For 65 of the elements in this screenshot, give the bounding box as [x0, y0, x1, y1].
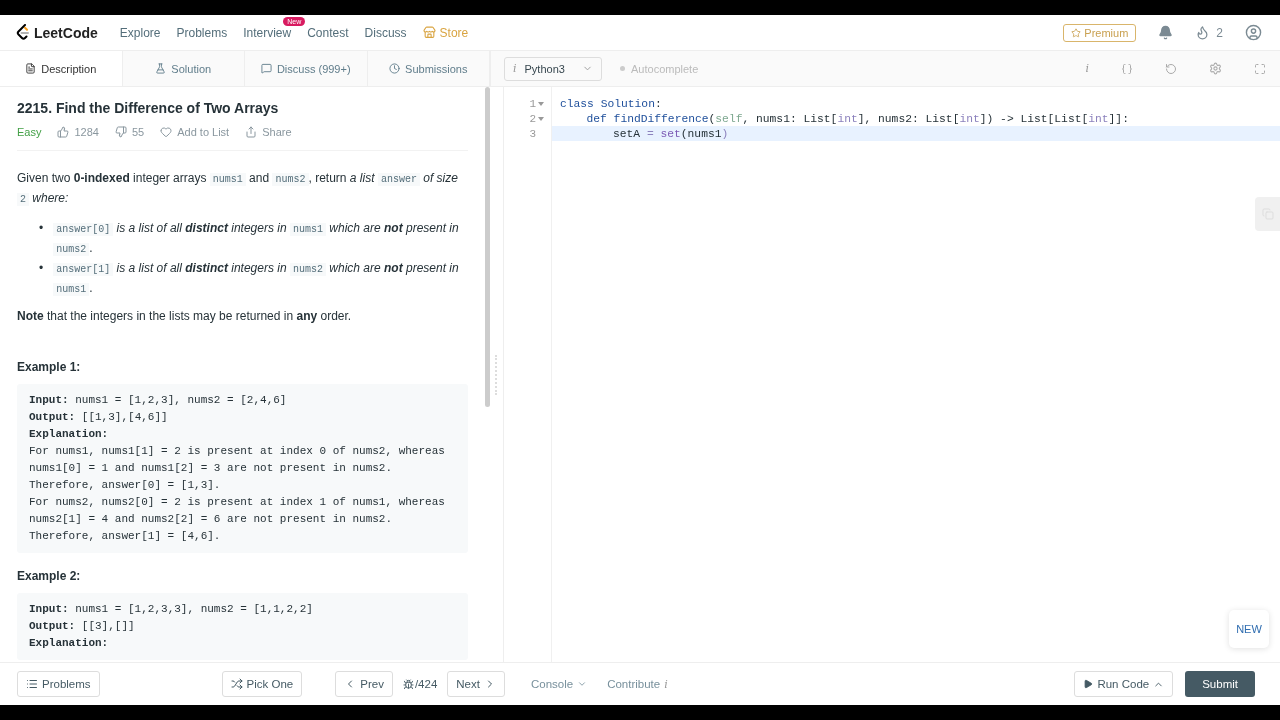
prev-button[interactable]: Prev	[335, 671, 393, 697]
braces-icon[interactable]	[1121, 62, 1133, 75]
problem-title: 2215. Find the Difference of Two Arrays	[17, 100, 280, 116]
reset-icon[interactable]	[1165, 62, 1177, 75]
info-button[interactable]: i	[1085, 62, 1089, 75]
pick-one-button[interactable]: Pick One	[221, 671, 303, 697]
caret-icon	[577, 679, 588, 689]
add-to-list-button[interactable]: Add to List	[160, 126, 230, 138]
nav-link[interactable]: Explore	[119, 25, 161, 40]
nav-link[interactable]: Discuss	[364, 25, 407, 40]
language-select[interactable]: i Python3	[504, 56, 602, 81]
play-icon	[1083, 679, 1094, 689]
nav-link[interactable]: Contest	[307, 25, 349, 40]
run-code-button[interactable]: Run Code	[1074, 671, 1174, 697]
code-line: def findDifference(self, nums1: List[int], nums2: List[int]) -> List[List[int]]:	[585, 111, 1130, 126]
thumbs-up-icon	[57, 126, 70, 138]
nav-link[interactable]: Problems	[176, 25, 228, 40]
fullscreen-icon[interactable]	[1254, 62, 1266, 75]
problems-button[interactable]: Problems	[17, 671, 100, 697]
fold-icon[interactable]	[538, 115, 544, 122]
shop-icon	[422, 26, 436, 39]
new-button[interactable]: NEW	[1229, 610, 1269, 648]
chat-icon	[260, 63, 272, 74]
clock-icon	[389, 63, 401, 74]
splitter-handle[interactable]	[494, 354, 499, 395]
submit-button[interactable]: Submit	[1185, 671, 1255, 697]
description-paragraph: Given two 0-indexed integer arrays nums1 and nums2 , return a list answer of size 2 where:	[17, 170, 459, 208]
shuffle-icon	[230, 678, 243, 690]
like-button[interactable]: 1284	[57, 126, 99, 138]
tab[interactable]: Description	[0, 51, 123, 86]
example-block: Input: nums1 = [1,2,3], nums2 = [2,4,6] Output: [[1,3],[4,6]] Explanation: For nums1, nums1[1] = 2 is present at index 0 of nums2, whereas nums1[0] = 1 and nums1[2] = 3 are not present in nums2. Therefore, answer[0] = [1,3]. For nums2, nums2[0] = 2 is present at index 1 of nums1, whereas nums2[1] = 4 and nums2[2] = 6 are not present in nums2. Therefore, answer[1] = [4,6].	[17, 384, 468, 553]
line-number: 2	[529, 112, 536, 125]
settings-icon[interactable]	[1209, 62, 1222, 75]
line-number: 1	[529, 97, 536, 110]
flask-icon	[155, 63, 167, 74]
scrollbar[interactable]	[485, 87, 490, 407]
example-title: Example 1:	[17, 360, 82, 374]
problem-counter: /424	[414, 678, 438, 690]
list-icon	[26, 678, 38, 690]
thumbs-down-icon	[114, 126, 127, 138]
streak-button[interactable]: 2	[1195, 25, 1223, 40]
bug-icon	[402, 678, 414, 690]
line-number: 3	[529, 127, 536, 140]
heart-icon	[160, 126, 173, 138]
bullet-marker: •	[39, 220, 44, 237]
logo-icon	[16, 24, 30, 41]
console-button[interactable]: Console	[530, 678, 588, 690]
logo-text[interactable]: LeetCode	[34, 24, 98, 41]
star-icon	[1071, 27, 1082, 38]
example-block: Input: nums1 = [1,2,3,3], nums2 = [1,1,2,2] Output: [[3],[]] Explanation:	[17, 593, 468, 660]
difficulty-label: Easy	[17, 126, 42, 138]
description-bullet: answer[0] is a list of all distinct integers in nums1 which are not present in nums2 .	[53, 219, 468, 259]
bullet-marker: •	[39, 260, 44, 277]
description-bullet: answer[1] is a list of all distinct integers in nums2 which are not present in nums1 .	[53, 259, 468, 299]
nav-link[interactable]: Interview	[243, 25, 292, 40]
fold-icon[interactable]	[538, 100, 544, 107]
note-paragraph: Note that the integers in the lists may be returned in any order.	[17, 308, 353, 325]
next-button[interactable]: Next	[447, 671, 505, 697]
share-button[interactable]: Share	[245, 126, 292, 138]
dislike-button[interactable]: 55	[114, 126, 145, 138]
document-icon	[25, 63, 37, 74]
share-icon	[245, 126, 258, 138]
example-title: Example 2:	[17, 569, 82, 583]
contribute-button[interactable]: Contribute i	[607, 677, 668, 691]
code-line: class Solution:	[559, 96, 663, 111]
